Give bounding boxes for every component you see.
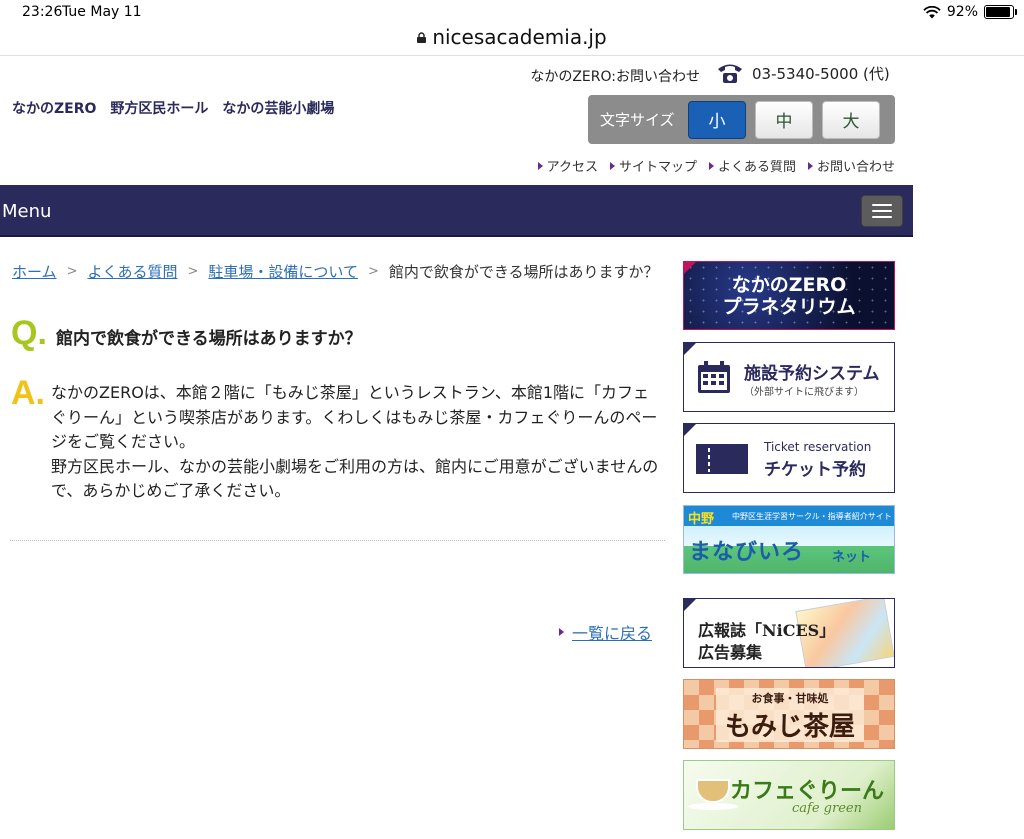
site-name[interactable]: なかのZERO 野方区民ホール なかの芸能小劇場 <box>12 98 334 118</box>
hamburger-line <box>872 204 892 206</box>
momiji-subtitle: お食事・甘味処 <box>751 692 829 705</box>
triangle-icon <box>807 161 813 170</box>
corner-marker <box>684 262 696 274</box>
menu-label: Menu <box>2 201 52 222</box>
manabi-title: まなびいろ <box>689 540 805 565</box>
triangle-icon <box>559 628 564 636</box>
manabi-nakano: 中野 <box>688 512 715 527</box>
breadcrumb-category[interactable]: 駐車場・設備について <box>208 261 358 282</box>
calendar-icon <box>698 361 730 393</box>
planetarium-line1: なかのZERO <box>731 274 847 296</box>
ticket-reservation-banner[interactable]: Ticket reservation チケット予約 <box>683 423 895 493</box>
phone-number[interactable]: 03-5340-5000 (代) <box>716 62 890 84</box>
manabi-net-banner[interactable]: 中野 中野区生涯学習サークル・指導者紹介サイト まなびいろ ネット <box>683 505 895 574</box>
facility-title: 施設予約システム <box>744 364 880 384</box>
ticket-icon <box>696 444 748 474</box>
phone-icon <box>718 64 742 83</box>
tea-cup-icon <box>696 779 730 803</box>
breadcrumb-current: 館内で飲食ができる場所はありますか？ <box>388 263 659 281</box>
hamburger-line <box>872 210 892 212</box>
breadcrumb-faq[interactable]: よくある質問 <box>87 261 177 282</box>
back-to-list: 一覧に戻る <box>559 620 652 644</box>
wifi-icon <box>923 5 941 18</box>
manabi-subtitle: 中野区生涯学習サークル・指導者紹介サイト <box>732 512 892 521</box>
ticket-subtitle: Ticket reservation <box>764 440 872 454</box>
answer-paragraph: 野方区民ホール、なかの芸能小劇場をご利用の方は、館内にご用意がございませんので、… <box>51 456 659 501</box>
font-size-medium-button[interactable]: 中 <box>755 100 813 139</box>
hamburger-line <box>872 216 892 218</box>
font-size-label: 文字サイズ <box>600 111 675 129</box>
corner-marker <box>684 599 696 611</box>
question-text: 館内で飲食ができる場所はありますか？ <box>56 329 362 349</box>
corner-marker <box>684 424 696 436</box>
chevron-right-icon: > <box>66 264 78 279</box>
answer-text: なかのZEROは、本館２階に「もみじ茶屋」というレストラン、本館1階に「カフェぐ… <box>51 381 661 504</box>
faq-link[interactable]: よくある質問 <box>708 156 796 175</box>
contact-label: なかのZERO:お問い合わせ <box>530 69 700 85</box>
battery-percent: 92% <box>946 4 978 20</box>
menu-bar: Menu <box>0 185 913 237</box>
facility-reservation-banner[interactable]: 施設予約システム （外部サイトに飛びます） <box>683 342 895 412</box>
question-mark-label: Q. <box>11 314 47 352</box>
ticket-title: チケット予約 <box>764 460 866 480</box>
triangle-icon <box>708 161 714 170</box>
triangle-icon <box>537 161 543 170</box>
address-bar[interactable]: nicesacademia.jp <box>0 22 1024 56</box>
chevron-right-icon: > <box>367 264 379 279</box>
nices-line2: 広告募集 <box>698 643 763 662</box>
momiji-chaya-banner[interactable]: お食事・甘味処 もみじ茶屋 <box>683 679 895 749</box>
answer-paragraph: なかのZEROは、本館２階に「もみじ茶屋」というレストラン、本館1階に「カフェぐ… <box>51 383 658 451</box>
font-size-large-button[interactable]: 大 <box>822 100 880 139</box>
breadcrumb: ホーム > よくある質問 > 駐車場・設備について > 館内で飲食ができる場所は… <box>12 261 659 282</box>
momiji-title: もみじ茶屋 <box>724 712 855 742</box>
contact-link[interactable]: お問い合わせ <box>807 156 895 175</box>
cafe-green-banner[interactable]: カフェぐりーん cafe green <box>683 760 895 830</box>
font-size-switcher: 文字サイズ 小 中 大 <box>588 95 895 144</box>
planetarium-banner[interactable]: なかのZERO プラネタリウム <box>683 261 895 330</box>
nices-ad-banner[interactable]: 広報誌「NiCES」 広告募集 <box>683 598 895 668</box>
url-text: nicesacademia.jp <box>432 25 607 49</box>
divider <box>10 540 665 541</box>
lock-icon <box>417 31 427 43</box>
font-size-small-button[interactable]: 小 <box>688 100 746 139</box>
triangle-icon <box>609 161 615 170</box>
hamburger-menu-button[interactable] <box>861 195 903 227</box>
sitemap-link[interactable]: サイトマップ <box>609 156 697 175</box>
corner-marker <box>684 343 696 355</box>
nices-line1: 広報誌「NiCES」 <box>698 621 836 640</box>
facility-subtitle: （外部サイトに飛びます） <box>744 387 864 398</box>
planetarium-line2: プラネタリウム <box>722 296 856 318</box>
answer-mark-label: A. <box>11 374 45 412</box>
utility-links: アクセス サイトマップ よくある質問 お問い合わせ <box>537 156 895 175</box>
battery-icon <box>984 5 1017 19</box>
status-date: Tue May 11 <box>62 4 142 20</box>
cafe-subtitle: cafe green <box>792 801 862 816</box>
breadcrumb-home[interactable]: ホーム <box>12 261 57 282</box>
access-link[interactable]: アクセス <box>537 156 598 175</box>
back-to-list-link[interactable]: 一覧に戻る <box>572 620 652 644</box>
status-time: 23:26 <box>22 4 63 20</box>
chevron-right-icon: > <box>187 264 199 279</box>
manabi-net: ネット <box>832 550 872 565</box>
